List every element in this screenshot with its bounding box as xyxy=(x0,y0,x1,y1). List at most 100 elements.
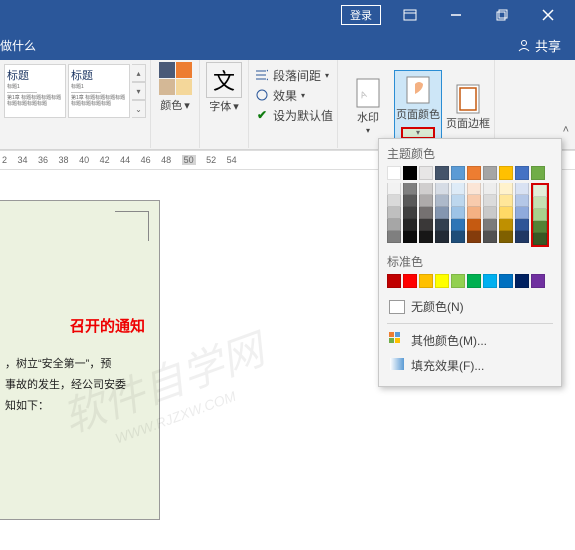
color-swatch[interactable] xyxy=(515,219,529,231)
color-swatch[interactable] xyxy=(451,207,465,219)
color-swatch[interactable] xyxy=(467,183,481,195)
color-swatch[interactable] xyxy=(483,207,497,219)
fill-effects-item[interactable]: 填充效果(F)... xyxy=(387,353,553,378)
color-swatch[interactable] xyxy=(467,219,481,231)
color-swatch[interactable] xyxy=(435,195,449,207)
color-swatch[interactable] xyxy=(533,233,547,245)
color-swatch[interactable] xyxy=(499,207,513,219)
color-swatch[interactable] xyxy=(435,231,449,243)
color-swatch[interactable] xyxy=(515,207,529,219)
color-swatch[interactable] xyxy=(403,219,417,231)
color-swatch[interactable] xyxy=(435,219,449,231)
color-swatch[interactable] xyxy=(483,166,497,180)
color-swatch[interactable] xyxy=(419,183,433,195)
ribbon-display-button[interactable] xyxy=(387,0,433,30)
color-swatch[interactable] xyxy=(483,195,497,207)
document-page[interactable]: 召开的通知 ，树立“安全第一”，预 事故的发生，经公司安委 知如下： xyxy=(0,200,160,520)
color-swatch[interactable] xyxy=(403,231,417,243)
style-item-1[interactable]: 标题 标题1——————第1章 标题标题标题标题标题标题标题标题 xyxy=(4,64,66,118)
color-swatch[interactable] xyxy=(419,195,433,207)
set-default-button[interactable]: ✔ 设为默认值 xyxy=(255,106,333,124)
color-swatch[interactable] xyxy=(451,183,465,195)
restore-button[interactable] xyxy=(479,0,525,30)
color-swatch[interactable] xyxy=(419,219,433,231)
color-swatch[interactable] xyxy=(403,195,417,207)
color-swatch[interactable] xyxy=(499,183,513,195)
color-swatch[interactable] xyxy=(499,231,513,243)
color-swatch[interactable] xyxy=(387,195,401,207)
style-item-2[interactable]: 标题 标题1——————第1章 标题标题标题标题标题标题标题标题 xyxy=(68,64,130,118)
page-border-button[interactable]: 页面边框 xyxy=(444,80,492,130)
effects-button[interactable]: 效果▾ xyxy=(255,86,333,104)
color-swatch[interactable] xyxy=(435,207,449,219)
color-swatch[interactable] xyxy=(483,274,497,288)
chevron-down-icon: ▾ xyxy=(233,100,239,113)
color-swatch[interactable] xyxy=(451,219,465,231)
color-swatch[interactable] xyxy=(533,197,547,209)
color-swatch[interactable] xyxy=(533,209,547,221)
color-swatch[interactable] xyxy=(419,274,433,288)
tell-me-input[interactable]: 做什么 xyxy=(0,37,36,54)
page-color-split-dropdown[interactable]: ▾ xyxy=(401,127,435,139)
watermark-button[interactable]: A 水印▾ xyxy=(344,74,392,136)
theme-fonts-button[interactable]: 文 字体▾ xyxy=(204,62,244,114)
color-swatch[interactable] xyxy=(467,195,481,207)
color-swatch[interactable] xyxy=(515,231,529,243)
color-swatch[interactable] xyxy=(387,231,401,243)
color-swatch[interactable] xyxy=(515,183,529,195)
color-swatch[interactable] xyxy=(531,166,545,180)
color-swatch[interactable] xyxy=(403,207,417,219)
color-swatch[interactable] xyxy=(499,274,513,288)
color-swatch[interactable] xyxy=(499,219,513,231)
color-swatch[interactable] xyxy=(451,195,465,207)
color-swatch[interactable] xyxy=(467,274,481,288)
color-swatch[interactable] xyxy=(531,274,545,288)
style-up-button[interactable]: ▴ xyxy=(132,64,146,82)
color-swatch[interactable] xyxy=(467,207,481,219)
color-swatch[interactable] xyxy=(533,185,547,197)
color-swatch[interactable] xyxy=(451,231,465,243)
color-swatch[interactable] xyxy=(387,207,401,219)
color-swatch[interactable] xyxy=(483,219,497,231)
no-color-item[interactable]: 无颜色(N) xyxy=(387,294,553,319)
color-swatch[interactable] xyxy=(403,183,417,195)
color-swatch[interactable] xyxy=(387,274,401,288)
color-swatch[interactable] xyxy=(403,274,417,288)
color-swatch[interactable] xyxy=(403,166,417,180)
color-swatch[interactable] xyxy=(515,274,529,288)
color-swatch[interactable] xyxy=(483,231,497,243)
more-colors-icon xyxy=(389,332,405,349)
color-swatch[interactable] xyxy=(515,166,529,180)
color-swatch[interactable] xyxy=(387,219,401,231)
color-swatch[interactable] xyxy=(483,183,497,195)
color-swatch[interactable] xyxy=(387,166,401,180)
color-swatch[interactable] xyxy=(499,166,513,180)
color-swatch[interactable] xyxy=(435,166,449,180)
color-swatch[interactable] xyxy=(419,207,433,219)
share-button[interactable]: 共享 xyxy=(517,36,561,55)
paragraph-spacing-button[interactable]: 段落间距▾ xyxy=(255,66,333,84)
more-colors-item[interactable]: 其他颜色(M)... xyxy=(387,328,553,353)
color-swatch[interactable] xyxy=(419,166,433,180)
color-swatch[interactable] xyxy=(419,231,433,243)
ruler-mark: 2 xyxy=(2,155,7,165)
collapse-ribbon-button[interactable]: ˄ xyxy=(563,124,569,136)
color-swatch[interactable] xyxy=(467,231,481,243)
theme-colors-button[interactable]: 颜色▾ xyxy=(155,62,195,113)
close-button[interactable] xyxy=(525,0,571,30)
color-swatch[interactable] xyxy=(435,274,449,288)
color-swatch[interactable] xyxy=(435,183,449,195)
color-swatch[interactable] xyxy=(499,195,513,207)
color-swatch[interactable] xyxy=(515,195,529,207)
styles-gallery[interactable]: 标题 标题1——————第1章 标题标题标题标题标题标题标题标题 标题 标题1—… xyxy=(0,60,151,148)
style-more-button[interactable]: ⌄ xyxy=(132,100,146,118)
color-swatch[interactable] xyxy=(533,221,547,233)
minimize-button[interactable] xyxy=(433,0,479,30)
page-color-button[interactable]: 页面颜色 ▾ xyxy=(394,70,442,139)
color-swatch[interactable] xyxy=(387,183,401,195)
style-down-button[interactable]: ▾ xyxy=(132,82,146,100)
color-swatch[interactable] xyxy=(451,166,465,180)
login-button[interactable]: 登录 xyxy=(341,5,381,25)
color-swatch[interactable] xyxy=(467,166,481,180)
color-swatch[interactable] xyxy=(451,274,465,288)
